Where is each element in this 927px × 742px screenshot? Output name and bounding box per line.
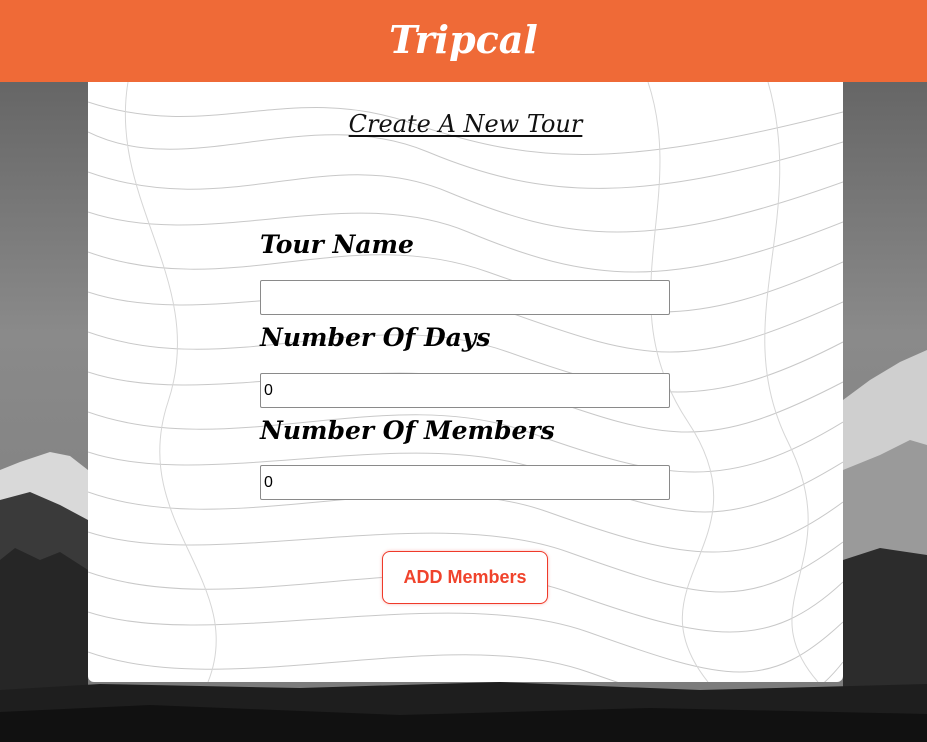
add-members-button[interactable]: ADD Members (382, 551, 548, 604)
number-of-days-label: Number Of Days (260, 323, 491, 352)
tour-name-label: Tour Name (260, 230, 414, 259)
number-of-members-input[interactable] (260, 465, 670, 500)
brand-logo[interactable]: Tripcal (389, 17, 538, 62)
create-tour-card: Create A New Tour Tour Name Number Of Da… (88, 82, 843, 682)
tour-name-input[interactable] (260, 280, 670, 315)
page-title: Create A New Tour (348, 110, 583, 138)
number-of-days-input[interactable] (260, 373, 670, 408)
app-header: Tripcal (0, 0, 927, 82)
number-of-members-label: Number Of Members (260, 416, 555, 445)
